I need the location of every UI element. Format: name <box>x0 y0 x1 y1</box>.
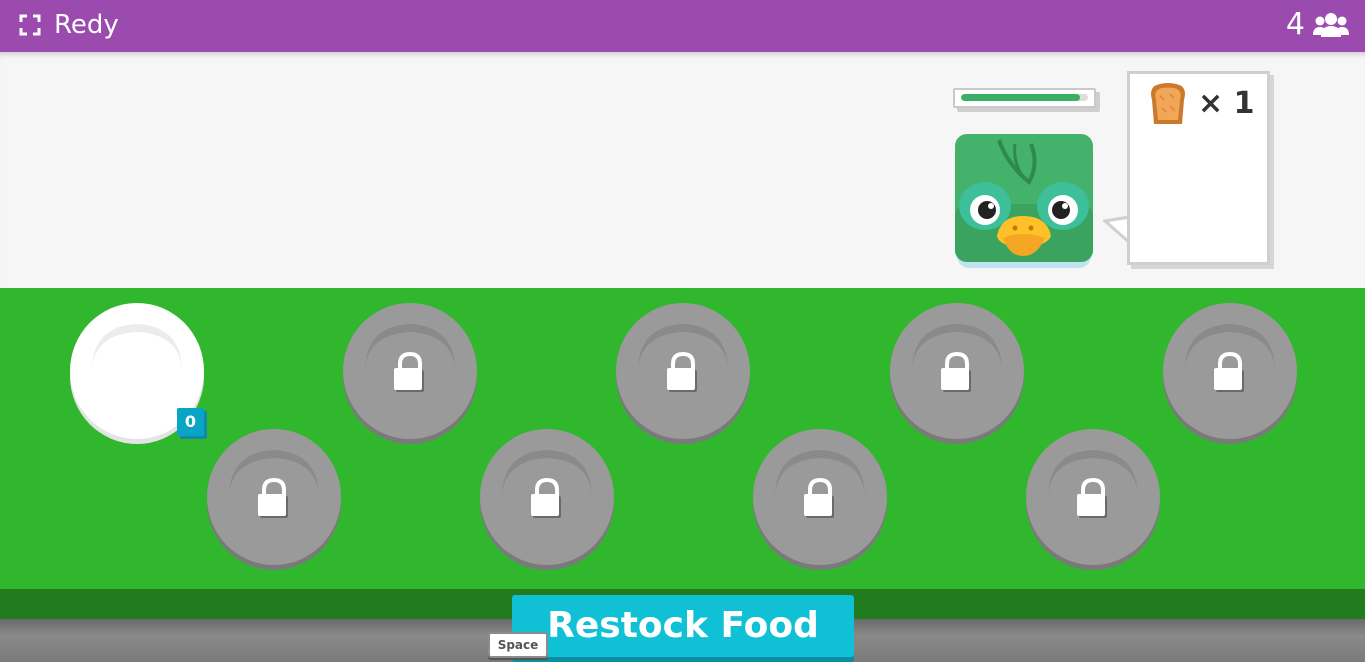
player-count: 4 <box>1285 7 1305 42</box>
locked-plate-slot[interactable] <box>343 302 477 452</box>
player-count-indicator: 4 <box>1286 8 1349 42</box>
fullscreen-icon[interactable] <box>19 14 41 36</box>
order-request: × 1 <box>1148 82 1254 126</box>
game-title: Redy <box>54 10 119 40</box>
locked-plate-slot[interactable] <box>753 428 887 578</box>
bird-customer-avatar[interactable] <box>955 134 1093 270</box>
users-icon <box>1313 13 1349 37</box>
order-quantity: × 1 <box>1198 86 1255 121</box>
toast-icon <box>1151 83 1185 124</box>
locked-plate-slot[interactable] <box>890 302 1024 452</box>
patience-fill <box>961 94 1081 101</box>
locked-plate-slot[interactable] <box>207 428 341 578</box>
locked-plate-slot[interactable] <box>480 428 614 578</box>
locked-plate-slot[interactable] <box>616 302 750 452</box>
plate-item-count-badge: 0 <box>177 408 204 436</box>
restock-food-button[interactable]: Restock Food <box>512 595 854 657</box>
top-bar: Redy 4 <box>0 0 1365 52</box>
locked-plate-slot[interactable] <box>1163 302 1297 452</box>
locked-plate-slot[interactable] <box>1026 428 1160 578</box>
customer-patience-bar <box>953 88 1096 108</box>
space-key-hint: Space <box>488 632 548 658</box>
